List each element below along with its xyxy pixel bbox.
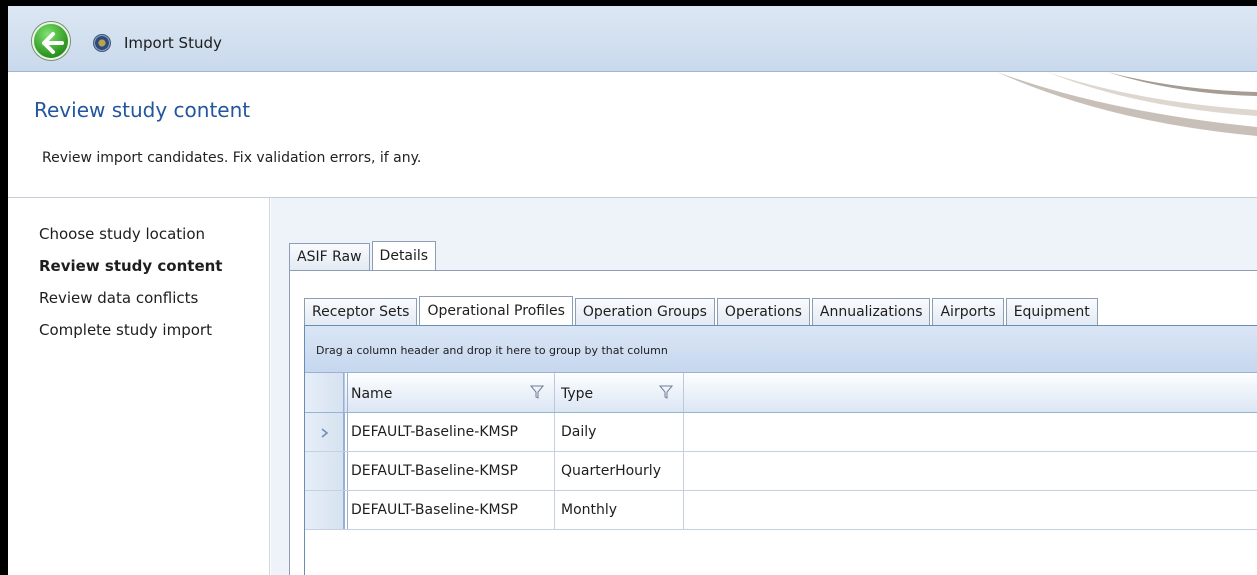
cell-type[interactable]: Daily	[555, 413, 684, 451]
tab-equipment[interactable]: Equipment	[1005, 298, 1098, 325]
row-indicator-header	[305, 373, 348, 412]
table-row[interactable]: DEFAULT-Baseline-KMSP QuarterHourly	[305, 452, 1257, 491]
column-header-type[interactable]: Type	[555, 373, 684, 412]
current-row-chevron-icon	[321, 428, 329, 438]
import-study-window: Import Study Review study content Review…	[8, 6, 1257, 575]
cell-name[interactable]: DEFAULT-Baseline-KMSP	[345, 452, 555, 490]
nav-item-review-study-content[interactable]: Review study content	[39, 257, 222, 275]
column-header-type-label: Type	[561, 386, 594, 402]
grid-column-header-row: Name Type	[305, 373, 1257, 413]
row-indicator[interactable]	[305, 413, 348, 451]
cell-type[interactable]: QuarterHourly	[555, 452, 684, 490]
nav-item-complete-study-import[interactable]: Complete study import	[39, 321, 212, 339]
decorative-swoosh	[997, 72, 1257, 136]
operational-profiles-grid: Drag a column header and drop it here to…	[304, 325, 1257, 575]
table-row[interactable]: DEFAULT-Baseline-KMSP Daily	[305, 413, 1257, 452]
back-button[interactable]	[32, 22, 70, 60]
app-seal-icon	[93, 34, 111, 52]
row-indicator[interactable]	[305, 491, 348, 529]
tab-receptor-sets[interactable]: Receptor Sets	[304, 298, 418, 325]
tab-operations[interactable]: Operations	[716, 298, 810, 325]
wizard-steps-nav: Choose study location Review study conte…	[8, 198, 270, 575]
column-header-name[interactable]: Name	[345, 373, 555, 412]
cell-type[interactable]: Monthly	[555, 491, 684, 529]
inner-tab-strip: Receptor Sets Operational Profiles Opera…	[304, 296, 1100, 325]
filter-icon[interactable]	[659, 385, 673, 399]
content-area: ASIF Raw Details Receptor Sets Operation…	[271, 198, 1257, 575]
cell-filler	[684, 413, 1257, 451]
table-row[interactable]: DEFAULT-Baseline-KMSP Monthly	[305, 491, 1257, 530]
window-title: Import Study	[124, 34, 222, 52]
wizard-header: Review study content Review import candi…	[8, 72, 1257, 198]
nav-item-review-data-conflicts[interactable]: Review data conflicts	[39, 289, 198, 307]
details-panel: Receptor Sets Operational Profiles Opera…	[289, 270, 1257, 575]
group-by-panel[interactable]: Drag a column header and drop it here to…	[305, 326, 1257, 373]
column-header-filler	[684, 373, 1257, 412]
cell-filler	[684, 491, 1257, 529]
tab-operation-groups[interactable]: Operation Groups	[574, 298, 715, 325]
nav-item-choose-study-location[interactable]: Choose study location	[39, 225, 205, 243]
page-subtitle: Review import candidates. Fix validation…	[42, 150, 422, 166]
row-indicator[interactable]	[305, 452, 348, 490]
cell-filler	[684, 452, 1257, 490]
back-arrow-icon	[42, 32, 64, 54]
tab-airports[interactable]: Airports	[932, 298, 1004, 325]
tab-annualizations[interactable]: Annualizations	[811, 298, 931, 325]
tab-details[interactable]: Details	[371, 241, 437, 270]
page-title: Review study content	[34, 98, 251, 122]
filter-icon[interactable]	[530, 385, 544, 399]
title-bar: Import Study	[8, 6, 1257, 72]
cell-name[interactable]: DEFAULT-Baseline-KMSP	[345, 413, 555, 451]
tab-operational-profiles[interactable]: Operational Profiles	[419, 296, 573, 325]
cell-name[interactable]: DEFAULT-Baseline-KMSP	[345, 491, 555, 529]
tab-asif-raw[interactable]: ASIF Raw	[289, 243, 370, 270]
column-header-name-label: Name	[351, 386, 393, 402]
outer-tab-strip: ASIF Raw Details	[289, 241, 438, 270]
